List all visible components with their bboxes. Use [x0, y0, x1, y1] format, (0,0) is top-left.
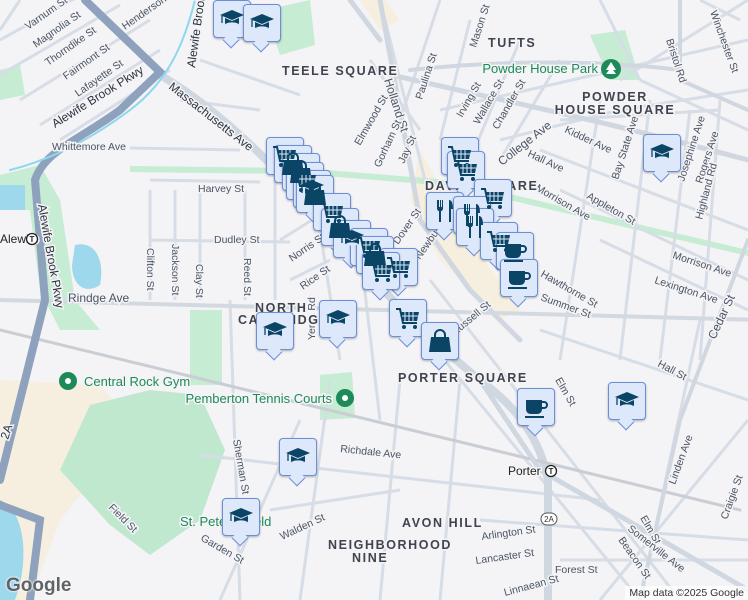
street-label: Morrison Ave: [671, 249, 733, 279]
coffee-cup-icon: [501, 237, 529, 265]
graduation-cap-icon: [218, 5, 246, 33]
street-label: Clifton St: [144, 248, 156, 291]
graduation-cap-icon: [284, 443, 312, 471]
street-label: Jay St: [396, 134, 419, 166]
map-canvas[interactable]: Varnum St Magnolia St Thorndike St Fairm…: [0, 0, 748, 600]
highway-label: Alewife Brook Pkwy: [184, 0, 213, 68]
school-marker[interactable]: [256, 312, 294, 350]
neighborhood-label: TUFTS: [488, 36, 536, 50]
street-label: Elm St: [552, 376, 578, 409]
map-attribution[interactable]: Map data ©2025 Google: [625, 586, 748, 600]
grocery-marker[interactable]: [362, 252, 400, 290]
highway-label: Massachusetts Ave: [166, 79, 256, 154]
street-label: Paulina St: [413, 52, 439, 101]
street-label: Craigie St: [719, 474, 746, 522]
school-marker[interactable]: [243, 4, 281, 42]
svg-text:Central Rock Gym: Central Rock Gym: [84, 374, 190, 389]
neighborhood-label: POWDER: [582, 90, 648, 104]
street-label: Rindge Ave: [68, 291, 129, 305]
shopping-cart-icon: [367, 257, 395, 285]
street-label: Harvey St: [198, 183, 244, 195]
svg-text:Powder House Park: Powder House Park: [482, 61, 598, 76]
cafe-marker[interactable]: [517, 388, 555, 426]
graduation-cap-icon: [613, 387, 641, 415]
route-2a-label: 2A: [544, 515, 554, 524]
coffee-cup-icon: [505, 264, 533, 292]
graduation-cap-icon: [248, 9, 276, 37]
neighborhood-label: HOUSE SQUARE: [555, 103, 676, 117]
svg-text:T: T: [549, 467, 554, 476]
street-label: Reed St: [241, 258, 253, 296]
svg-text:Pemberton Tennis Courts: Pemberton Tennis Courts: [186, 391, 333, 406]
street-label: Lancaster St: [475, 547, 535, 567]
street-label: Whittemore Ave: [52, 141, 126, 153]
street-label: Arlington St: [481, 524, 537, 543]
street-label: Clay St: [193, 264, 205, 298]
grocery-marker[interactable]: [389, 299, 427, 337]
street-label: Sherman St: [230, 438, 251, 495]
school-marker[interactable]: [608, 382, 646, 420]
svg-text:Porter: Porter: [508, 464, 541, 478]
shopping-bag-icon: [426, 327, 454, 355]
neighborhood-label: PORTER SQUARE: [398, 371, 528, 385]
graduation-cap-icon: [648, 139, 676, 167]
poi-pemberton-tennis-courts[interactable]: Pemberton Tennis Courts: [184, 389, 354, 408]
neighborhood-label: NINE: [352, 551, 388, 565]
street-label: Hall St: [656, 358, 689, 383]
street-label: Jackson St: [169, 244, 181, 295]
shopping-cart-icon: [394, 304, 422, 332]
google-logo: Google: [6, 575, 72, 596]
school-marker[interactable]: [213, 0, 251, 38]
street-label: Walden St: [278, 512, 327, 543]
cafe-marker[interactable]: [500, 259, 538, 297]
coffee-cup-icon: [522, 393, 550, 421]
school-marker[interactable]: [643, 134, 681, 172]
transit-porter[interactable]: Porter T: [507, 463, 558, 480]
neighborhood-label: NEIGHBORHOOD: [328, 538, 452, 552]
street-label: Kidder Ave: [563, 124, 614, 156]
school-marker[interactable]: [319, 300, 357, 338]
school-marker[interactable]: [222, 498, 260, 536]
street-label: Dudley St: [214, 234, 260, 246]
svg-text:T: T: [30, 235, 35, 244]
street-label: Dover St: [391, 206, 424, 246]
graduation-cap-icon: [261, 317, 289, 345]
fork-knife-icon: [431, 197, 459, 225]
street-label: Bristol Rd: [663, 37, 689, 84]
street-label: Henderson St: [120, 0, 180, 32]
transit-alewife[interactable]: Alewife T: [0, 231, 41, 248]
shopping-marker[interactable]: [421, 322, 459, 360]
street-label: Forest St: [555, 564, 598, 576]
school-marker[interactable]: [279, 438, 317, 476]
graduation-cap-icon: [227, 503, 255, 531]
neighborhood-label: TEELE SQUARE: [282, 64, 398, 78]
graduation-cap-icon: [324, 305, 352, 333]
neighborhood-label: AVON HILL: [402, 516, 483, 530]
shopping-cart-icon: [452, 156, 480, 184]
route-2a-shield: 2A: [540, 512, 558, 526]
